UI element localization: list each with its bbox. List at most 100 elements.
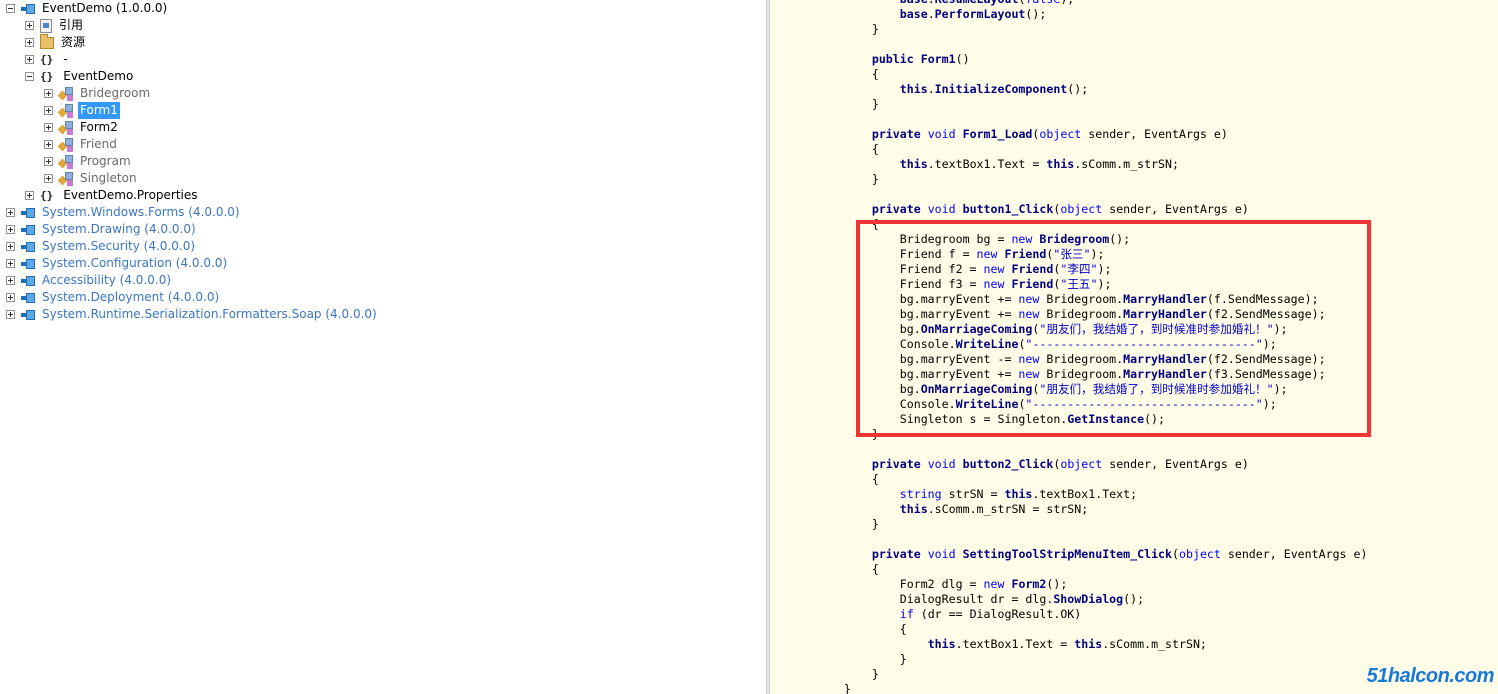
tree-node-assembly[interactable]: System.Configuration (4.0.0.0) [6,255,229,272]
code-line: private void SettingToolStripMenuItem_Cl… [816,547,1368,562]
tree-node-assembly[interactable]: System.Windows.Forms (4.0.0.0) [6,204,242,221]
tree-node-label[interactable]: Bridegroom [78,85,152,102]
code-token: } [816,22,879,36]
tree-node-namespace-dash[interactable]: {} - [25,51,70,68]
tree-node-root[interactable]: EventDemo (1.0.0.0) [6,0,169,17]
tree-node-label[interactable]: EventDemo.Properties [61,187,199,204]
code-line: } [816,682,851,694]
code-token: Bridegroom. [1039,292,1124,306]
expand-icon[interactable] [44,89,53,98]
code-token: } [816,172,879,186]
code-token: Bridegroom. [1039,367,1124,381]
tree-node-assembly[interactable]: System.Security (4.0.0.0) [6,238,197,255]
code-line: Console.WriteLine("---------------------… [816,337,1277,352]
expand-icon[interactable] [25,191,34,200]
expand-icon[interactable] [6,208,15,217]
code-line: Friend f = new Friend("张三"); [816,247,1105,262]
tree-node-class[interactable]: Program [44,153,133,170]
expand-icon[interactable] [25,38,34,47]
code-token: (f2.SendMessage); [1206,352,1326,366]
expand-icon[interactable] [6,293,15,302]
tree-node-label[interactable]: 资源 [59,34,87,51]
assembly-tree[interactable]: EventDemo (1.0.0.0) 引用 资源 {} - {} EventD… [0,0,766,694]
expand-icon[interactable] [44,157,53,166]
tree-node-label[interactable]: Program [78,153,133,170]
code-token: () [955,52,970,66]
tree-node-assembly[interactable]: Accessibility (4.0.0.0) [6,272,173,289]
expand-icon[interactable] [6,259,15,268]
expand-icon[interactable] [44,174,53,183]
code-token: PerformLayout [934,7,1026,21]
expand-icon[interactable] [6,276,15,285]
code-line: { [816,142,879,157]
tree-node-class[interactable]: Form2 [44,119,120,136]
code-token: this [899,157,928,171]
tree-node-namespace-properties[interactable]: {} EventDemo.Properties [25,187,200,204]
code-line: { [816,67,879,82]
tree-node-label[interactable]: System.Deployment (4.0.0.0) [40,289,221,306]
tree-node-assembly[interactable]: System.Drawing (4.0.0.0) [6,221,198,238]
tree-node-label[interactable]: System.Configuration (4.0.0.0) [40,255,229,272]
tree-node-label[interactable]: System.Runtime.Serialization.Formatters.… [40,306,379,323]
expand-icon[interactable] [6,310,15,319]
expand-icon[interactable] [6,225,15,234]
code-line: this.textBox1.Text = this.sComm.m_strSN; [816,637,1207,652]
code-token: (); [1123,592,1145,606]
tree-node-label[interactable]: Singleton [78,170,139,187]
code-token: void [927,547,956,561]
code-token: Form2 [1011,577,1047,591]
tree-node-label[interactable]: Form2 [78,119,120,136]
code-token: bg.marryEvent += [816,307,1019,321]
code-token: base [900,0,928,6]
tree-node-label[interactable]: System.Security (4.0.0.0) [40,238,197,255]
code-token: private [871,547,921,561]
code-token: "朋友们，我结婚了，到时候准时参加婚礼！" [1039,322,1274,336]
tree-node-label[interactable]: EventDemo [61,68,135,85]
collapse-icon[interactable] [25,72,34,81]
code-token: base [899,7,928,21]
code-line: bg.OnMarriageComing("朋友们，我结婚了，到时候准时参加婚礼！… [816,322,1288,337]
code-token: Friend [1004,247,1047,261]
tree-node-class[interactable]: Form1 [44,102,120,119]
code-token: DialogResult dr = dlg. [816,592,1054,606]
expand-icon[interactable] [44,140,53,149]
code-token: ); [1262,397,1277,411]
tree-node-class[interactable]: Friend [44,136,119,153]
tree-node-class[interactable]: Singleton [44,170,139,187]
code-token: this [899,502,928,516]
tree-node-resources[interactable]: 资源 [25,33,87,51]
tree-node-class[interactable]: Bridegroom [44,85,152,102]
references-icon [40,18,52,33]
tree-node-assembly[interactable]: System.Deployment (4.0.0.0) [6,289,221,306]
code-token: . [927,82,935,96]
code-viewer[interactable]: base.ResumeLayout(false); base.PerformLa… [770,0,1498,694]
tree-node-namespace-eventdemo[interactable]: {} EventDemo [25,68,135,85]
tree-node-references[interactable]: 引用 [25,17,85,34]
expand-icon[interactable] [25,55,34,64]
expand-icon[interactable] [44,123,53,132]
tree-node-label[interactable]: Friend [78,136,119,153]
code-line: } [816,97,879,112]
tree-node-label[interactable]: Accessibility (4.0.0.0) [40,272,173,289]
tree-node-label[interactable]: 引用 [57,17,85,34]
code-token: void [927,457,956,471]
tree-node-label[interactable]: System.Windows.Forms (4.0.0.0) [40,204,242,221]
code-token: new [1018,292,1040,306]
code-token: void [927,127,956,141]
tree-node-label[interactable]: System.Drawing (4.0.0.0) [40,221,198,238]
tree-node-label[interactable]: EventDemo (1.0.0.0) [40,0,169,17]
collapse-icon[interactable] [6,4,15,13]
tree-node-label-selected[interactable]: Form1 [78,102,120,119]
tree-node-label[interactable]: - [61,51,69,68]
expand-icon[interactable] [44,106,53,115]
expand-icon[interactable] [25,21,34,30]
expand-icon[interactable] [6,242,15,251]
code-token: Friend f = [816,247,977,261]
tree-node-assembly[interactable]: System.Runtime.Serialization.Formatters.… [6,306,379,323]
